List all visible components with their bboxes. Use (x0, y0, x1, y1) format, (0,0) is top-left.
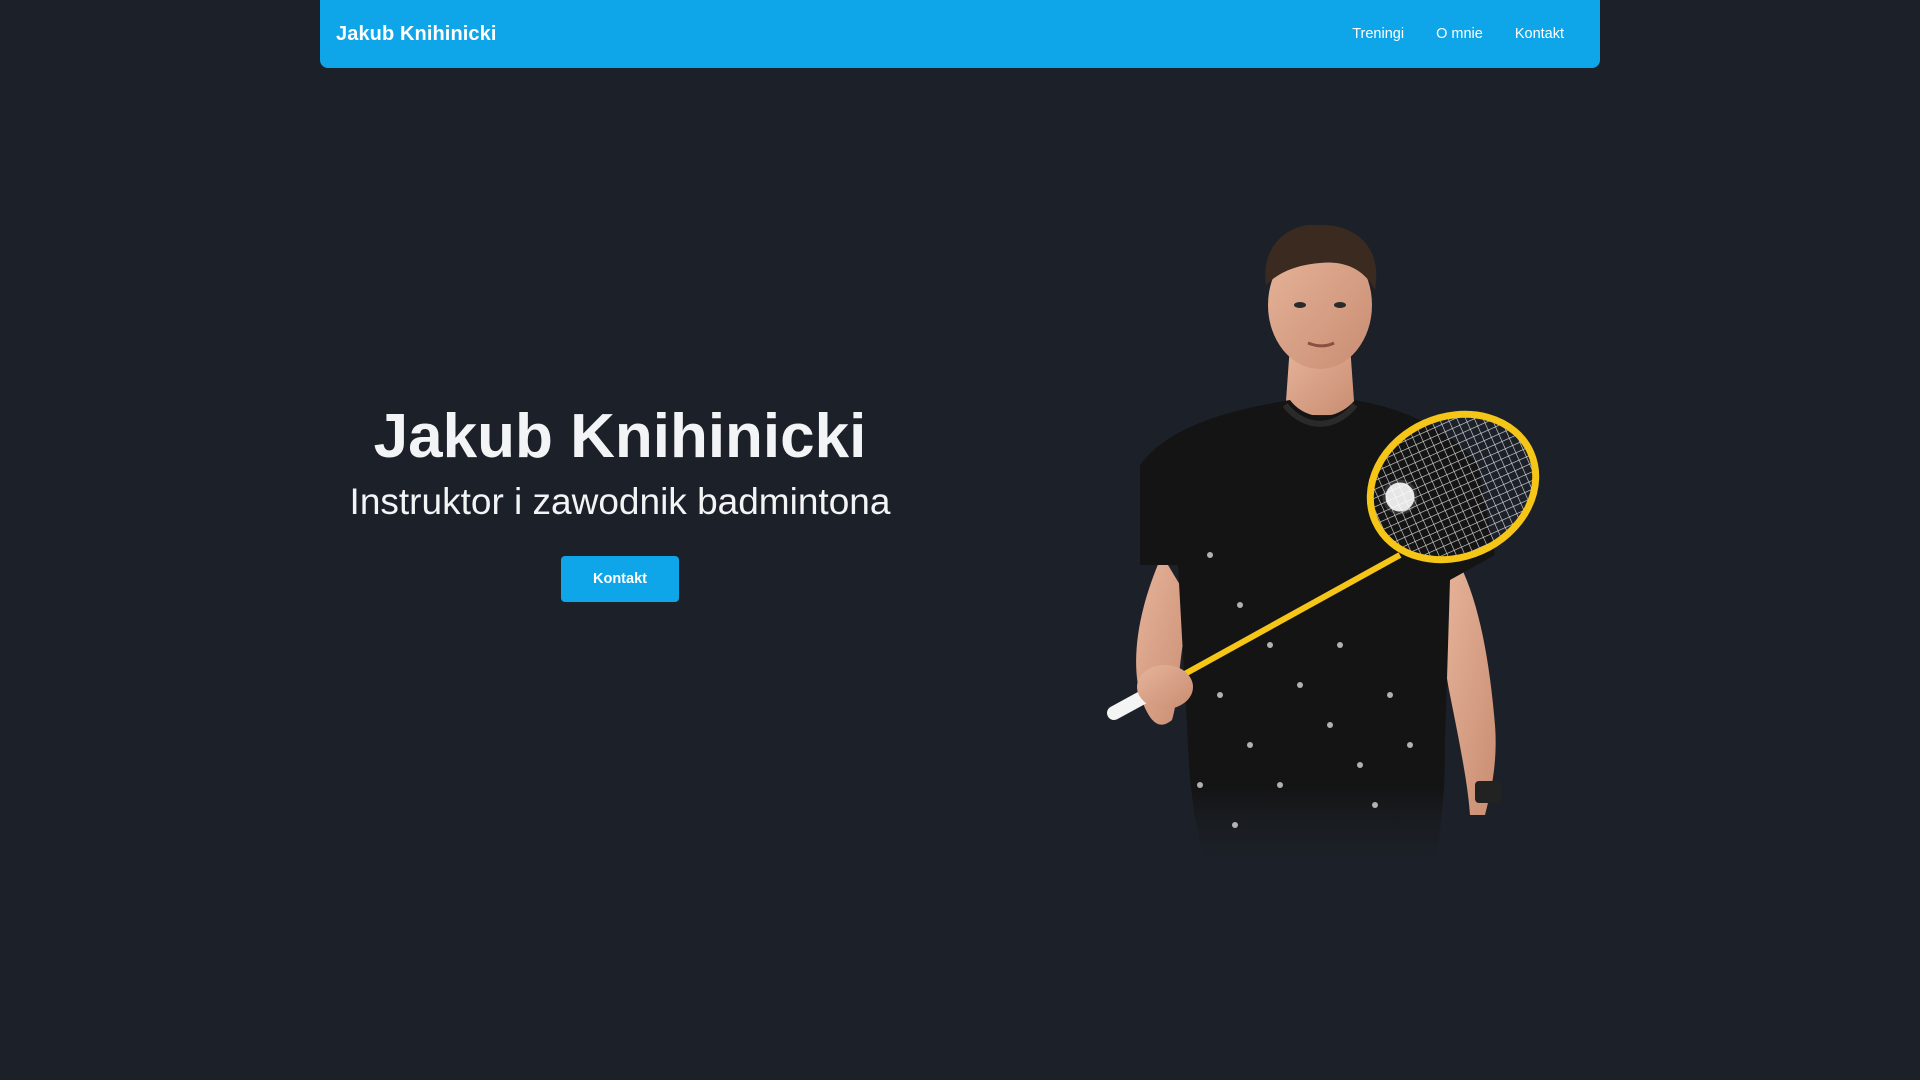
watch (1475, 781, 1501, 803)
nav-link-o-mnie[interactable]: O mnie (1436, 26, 1483, 42)
nav-links: Treningi O mnie Kontakt (1352, 26, 1564, 42)
hand (1137, 665, 1193, 709)
player-photo (1107, 225, 1540, 885)
hero-subtitle: Instruktor i zawodnik badmintona (349, 481, 891, 523)
right-arm (1442, 565, 1496, 815)
hero-section: Jakub Knihinicki Instruktor i zawodnik b… (320, 400, 920, 603)
right-eye (1334, 302, 1346, 308)
top-navbar: Jakub Knihinicki Treningi O mnie Kontakt (320, 0, 1600, 68)
hero-title: Jakub Knihinicki (373, 402, 867, 471)
nav-link-kontakt[interactable]: Kontakt (1515, 26, 1564, 42)
brand-link[interactable]: Jakub Knihinicki (336, 23, 497, 46)
contact-button[interactable]: Kontakt (561, 556, 679, 603)
left-eye (1294, 302, 1306, 308)
nav-link-treningi[interactable]: Treningi (1352, 26, 1404, 42)
